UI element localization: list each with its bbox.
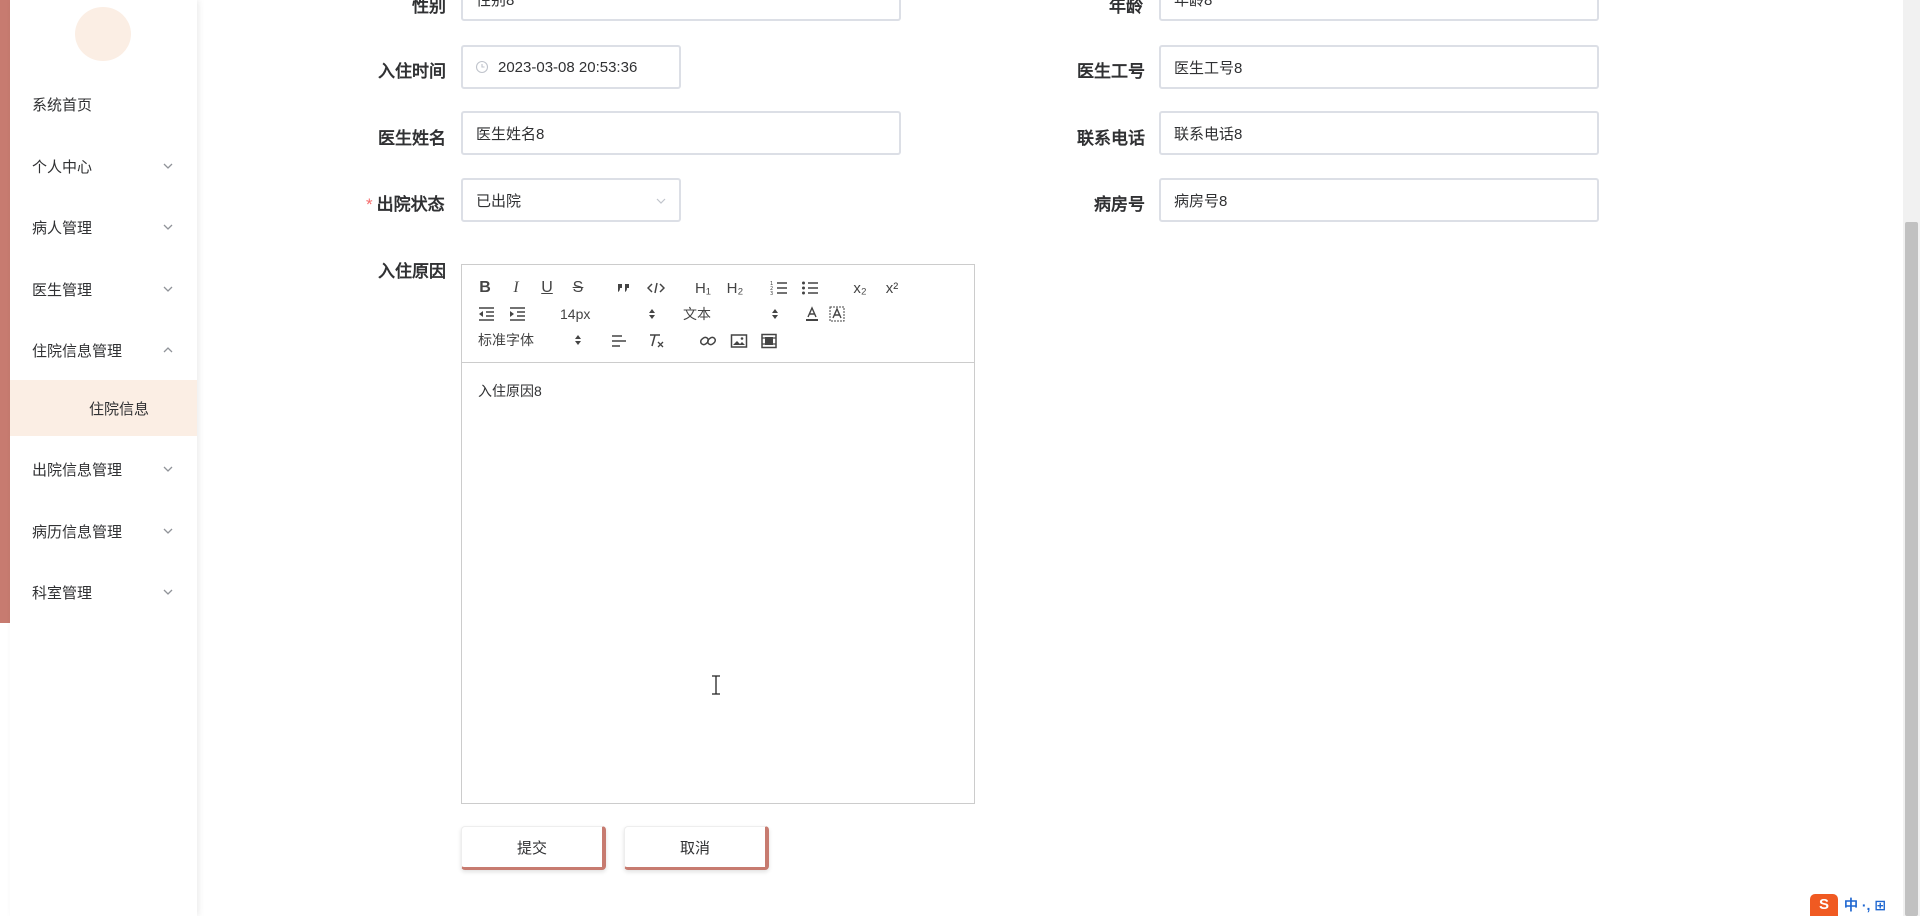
sidebar-item-label: 科室管理: [32, 584, 93, 602]
ward-no-label: 病房号: [1094, 195, 1145, 214]
gender-label: 性别: [412, 0, 446, 16]
superscript-icon[interactable]: x²: [881, 277, 903, 299]
image-icon[interactable]: [729, 330, 749, 352]
admit-time-picker[interactable]: 2023-03-08 20:53:36: [461, 45, 681, 89]
admit-time-label: 入住时间: [378, 62, 446, 81]
ime-logo-icon: S: [1810, 893, 1838, 916]
sidebar-item-departments[interactable]: 科室管理: [10, 572, 197, 612]
sidebar-item-doctors[interactable]: 医生管理: [10, 269, 197, 309]
h2-icon[interactable]: H₂: [723, 277, 747, 299]
discharge-status-select[interactable]: 已出院: [461, 178, 681, 222]
gender-input[interactable]: 性别8: [461, 0, 901, 21]
ward-no-value: 病房号8: [1174, 192, 1228, 210]
chevron-down-icon: [161, 159, 175, 173]
discharge-status-value: 已出院: [476, 192, 522, 210]
sidebar-item-admission[interactable]: 住院信息管理: [10, 330, 197, 370]
link-icon[interactable]: [698, 330, 718, 352]
gender-value: 性别8: [476, 0, 515, 9]
blockquote-icon[interactable]: [615, 277, 633, 299]
reason-label: 入住原因: [378, 262, 446, 281]
bullet-list-icon[interactable]: [800, 277, 820, 299]
doctor-name-label: 医生姓名: [378, 129, 446, 148]
sidebar-item-label: 医生管理: [32, 281, 93, 299]
strike-icon[interactable]: S: [569, 277, 587, 299]
underline-icon[interactable]: U: [538, 277, 556, 299]
clean-format-icon[interactable]: [646, 330, 666, 352]
sidebar-item-home[interactable]: 系统首页: [10, 84, 197, 124]
video-icon[interactable]: [759, 330, 779, 352]
text-cursor-icon: [712, 675, 720, 695]
sidebar-item-label: 病人管理: [32, 219, 93, 237]
align-icon[interactable]: [609, 330, 629, 352]
sidebar-item-personal-center[interactable]: 个人中心: [10, 146, 197, 186]
chevron-down-icon: [656, 198, 666, 204]
clock-icon: [475, 60, 489, 74]
age-label: 年龄: [1109, 0, 1143, 16]
submit-button[interactable]: 提交: [461, 826, 606, 870]
sidebar-item-label: 个人中心: [32, 158, 93, 176]
font-family-value: 标准字体: [478, 332, 534, 348]
svg-text:3: 3: [770, 291, 773, 296]
background-color-icon[interactable]: [828, 303, 846, 325]
editor-toolbar: B I U S H₁ H₂ 123 x₂ x² 14px 文本 标准字体: [462, 265, 974, 363]
avatar[interactable]: [75, 7, 131, 61]
header-value: 文本: [683, 306, 711, 322]
sidebar-item-label: 病历信息管理: [32, 523, 123, 541]
chevron-down-icon: [161, 524, 175, 538]
sidebar-item-patients[interactable]: 病人管理: [10, 207, 197, 247]
phone-label: 联系电话: [1077, 129, 1145, 148]
subscript-icon[interactable]: x₂: [849, 277, 871, 299]
font-size-value: 14px: [560, 306, 591, 322]
sidebar-subitem-label: 住院信息: [89, 400, 150, 418]
updown-arrow-icon: [575, 335, 581, 345]
age-input[interactable]: 年龄8: [1159, 0, 1599, 21]
scrollbar-thumb[interactable]: [1905, 222, 1918, 916]
ordered-list-icon[interactable]: 123: [769, 277, 789, 299]
italic-icon[interactable]: I: [507, 277, 525, 299]
ime-status-text: 中 ·, ⊞: [1844, 896, 1887, 913]
admit-time-value: 2023-03-08 20:53:36: [498, 58, 638, 76]
chevron-down-icon: [161, 220, 175, 234]
chevron-down-icon: [161, 585, 175, 599]
phone-value: 联系电话8: [1174, 125, 1243, 143]
ward-no-input[interactable]: 病房号8: [1159, 178, 1599, 222]
phone-input[interactable]: 联系电话8: [1159, 111, 1599, 155]
discharge-status-label: * 出院状态: [366, 190, 445, 215]
sidebar-item-label: 住院信息管理: [32, 342, 123, 360]
sidebar: 系统首页 个人中心 病人管理 医生管理 住院信息管理 住院信息 出院信息管理 病…: [10, 0, 197, 916]
discharge-status-label-text: 出院状态: [376, 195, 445, 214]
sidebar-item-discharge[interactable]: 出院信息管理: [10, 449, 197, 489]
chevron-down-icon: [161, 462, 175, 476]
font-family-select[interactable]: 标准字体: [478, 329, 582, 351]
sidebar-accent-strip: [0, 0, 10, 623]
doctor-name-input[interactable]: 医生姓名8: [461, 111, 901, 155]
updown-arrow-icon: [649, 309, 655, 319]
doctor-id-input[interactable]: 医生工号8: [1159, 45, 1599, 89]
bold-icon[interactable]: B: [476, 277, 494, 299]
header-select[interactable]: 文本: [683, 303, 779, 325]
font-size-select[interactable]: 14px: [560, 303, 656, 325]
indent-icon[interactable]: [507, 303, 527, 325]
required-mark: *: [366, 195, 373, 214]
doctor-id-value: 医生工号8: [1174, 59, 1243, 77]
doctor-name-value: 医生姓名8: [476, 125, 545, 143]
doctor-id-label: 医生工号: [1077, 62, 1145, 81]
sidebar-item-label: 出院信息管理: [32, 461, 123, 479]
code-block-icon[interactable]: [647, 277, 665, 299]
editor-content[interactable]: 入住原因8: [478, 381, 542, 401]
updown-arrow-icon: [772, 309, 778, 319]
sidebar-item-label: 系统首页: [32, 96, 93, 114]
chevron-up-icon: [161, 343, 175, 357]
chevron-down-icon: [161, 282, 175, 296]
outdent-icon[interactable]: [476, 303, 496, 325]
font-color-icon[interactable]: [803, 303, 821, 325]
sidebar-item-records[interactable]: 病历信息管理: [10, 511, 197, 551]
rich-text-editor: B I U S H₁ H₂ 123 x₂ x² 14px 文本 标准字体 入住原…: [461, 264, 975, 804]
ime-indicator[interactable]: S 中 ·, ⊞: [1810, 893, 1903, 916]
cancel-button[interactable]: 取消: [624, 826, 769, 870]
age-value: 年龄8: [1174, 0, 1213, 9]
h1-icon[interactable]: H₁: [691, 277, 715, 299]
sidebar-subitem-admission-info[interactable]: 住院信息: [10, 380, 197, 436]
